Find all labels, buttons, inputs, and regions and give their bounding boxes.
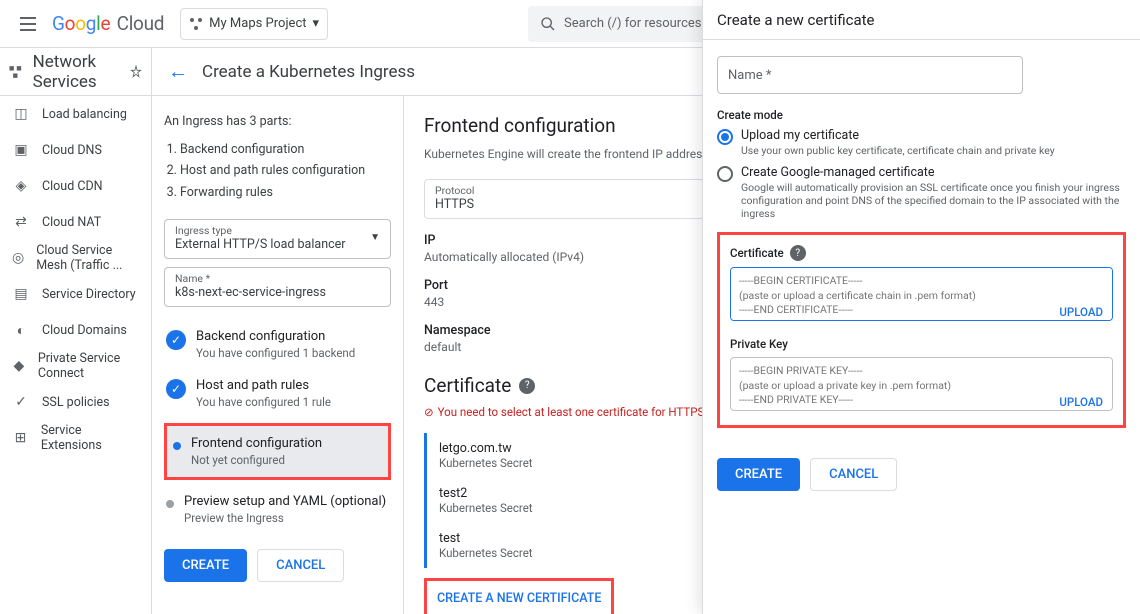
cdn-icon: ◈ xyxy=(12,177,30,195)
step-backend[interactable]: ✓ Backend configurationYou have configur… xyxy=(164,325,391,364)
private-key-label: Private Key xyxy=(730,337,1113,351)
nav-service-extensions[interactable]: ⊞Service Extensions xyxy=(0,420,151,456)
nat-icon: ⇄ xyxy=(12,213,30,231)
pin-icon[interactable] xyxy=(129,65,143,79)
certificate-heading: Certificate xyxy=(424,374,511,397)
dns-icon: ▣ xyxy=(12,141,30,159)
drawer-title: Create a new certificate xyxy=(703,0,1140,40)
nav-cloud-dns[interactable]: ▣Cloud DNS xyxy=(0,132,151,168)
chevron-down-icon: ▼ xyxy=(370,232,380,243)
create-button[interactable]: CREATE xyxy=(164,549,247,582)
project-selector[interactable]: My Maps Project ▾ xyxy=(180,8,328,40)
drawer-create-button[interactable]: CREATE xyxy=(717,458,800,491)
radio-google-managed[interactable]: Create Google-managed certificateGoogle … xyxy=(717,165,1126,220)
nav-cloud-cdn[interactable]: ◈Cloud CDN xyxy=(0,168,151,204)
warning-icon: ⊘ xyxy=(424,405,434,419)
drawer-cancel-button[interactable]: CANCEL xyxy=(810,458,897,491)
left-nav: ◫Load balancing ▣Cloud DNS ◈Cloud CDN ⇄C… xyxy=(0,96,152,614)
network-services-icon xyxy=(8,62,23,82)
upload-certificate-button[interactable]: UPLOAD xyxy=(1059,305,1103,319)
directory-icon: ▤ xyxy=(12,285,30,303)
config-steps-panel: An Ingress has 3 parts: Backend configur… xyxy=(152,96,404,614)
load-balancing-icon: ◫ xyxy=(12,105,30,123)
service-name: Network Services xyxy=(33,52,129,92)
ingress-name-input[interactable]: Name * k8s-next-ec-service-ingress xyxy=(164,267,391,307)
check-icon: ✓ xyxy=(166,330,186,350)
upload-private-key-button[interactable]: UPLOAD xyxy=(1059,395,1103,409)
create-new-certificate-button[interactable]: CREATE A NEW CERTIFICATE xyxy=(424,578,614,614)
nav-ssl-policies[interactable]: ✓SSL policies xyxy=(0,384,151,420)
help-icon[interactable]: ? xyxy=(519,378,535,394)
create-certificate-drawer: Create a new certificate Name * Create m… xyxy=(702,0,1140,614)
nav-cloud-domains[interactable]: ◐Cloud Domains xyxy=(0,312,151,348)
certificate-label: Certificate xyxy=(730,246,784,260)
search-icon xyxy=(540,16,556,32)
hamburger-menu[interactable] xyxy=(8,4,48,44)
radio-icon xyxy=(717,166,733,182)
nav-service-directory[interactable]: ▤Service Directory xyxy=(0,276,151,312)
chevron-down-icon: ▾ xyxy=(313,16,320,31)
radio-upload-cert[interactable]: Upload my certificateUse your own public… xyxy=(717,128,1126,157)
cert-name-input[interactable]: Name * xyxy=(717,56,1023,94)
project-name: My Maps Project xyxy=(209,16,306,31)
page-title: Create a Kubernetes Ingress xyxy=(202,62,415,82)
step-host-path[interactable]: ✓ Host and path rulesYou have configured… xyxy=(164,374,391,413)
dot-icon xyxy=(166,500,174,508)
create-mode-label: Create mode xyxy=(717,108,1126,122)
step-preview[interactable]: Preview setup and YAML (optional)Preview… xyxy=(164,490,391,529)
certificate-textarea[interactable] xyxy=(730,267,1113,321)
psc-icon: ◆ xyxy=(12,357,26,375)
nav-service-mesh[interactable]: ◎Cloud Service Mesh (Traffic ... xyxy=(0,240,151,276)
check-icon: ✓ xyxy=(166,379,186,399)
help-icon[interactable]: ? xyxy=(790,245,806,261)
domains-icon: ◐ xyxy=(12,321,30,339)
google-cloud-logo[interactable]: Google Cloud xyxy=(52,12,164,35)
dot-icon xyxy=(173,442,181,450)
nav-cloud-nat[interactable]: ⇄Cloud NAT xyxy=(0,204,151,240)
intro-list: Backend configuration Host and path rule… xyxy=(180,139,391,203)
back-arrow-icon[interactable]: ← xyxy=(168,59,188,84)
project-icon xyxy=(189,17,203,31)
extensions-icon: ⊞ xyxy=(12,429,29,447)
certificate-upload-section: Certificate ? UPLOAD Private Key UPLOAD xyxy=(717,232,1126,428)
mesh-icon: ◎ xyxy=(12,249,24,267)
nav-private-connect[interactable]: ◆Private Service Connect xyxy=(0,348,151,384)
cancel-button[interactable]: CANCEL xyxy=(257,549,344,582)
intro-text: An Ingress has 3 parts: xyxy=(164,114,391,129)
protocol-select[interactable]: Protocol HTTPS xyxy=(424,179,704,219)
private-key-textarea[interactable] xyxy=(730,357,1113,411)
nav-load-balancing[interactable]: ◫Load balancing xyxy=(0,96,151,132)
radio-icon xyxy=(717,129,733,145)
step-frontend[interactable]: Frontend configurationNot yet configured xyxy=(164,423,391,480)
ssl-icon: ✓ xyxy=(12,393,30,411)
ingress-type-select[interactable]: Ingress type External HTTP/S load balanc… xyxy=(164,219,391,259)
